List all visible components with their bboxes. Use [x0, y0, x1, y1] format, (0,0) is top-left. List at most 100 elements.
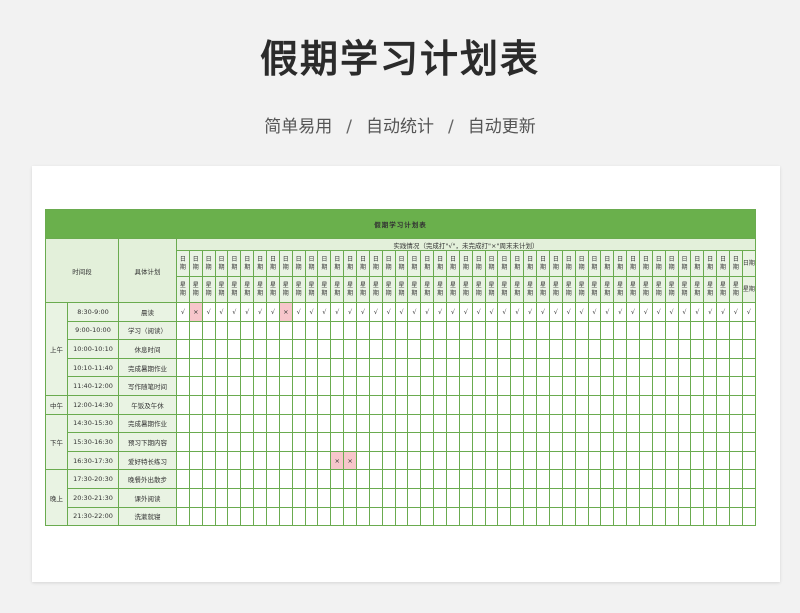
plan-cell[interactable]: 晚餐外出散步 — [118, 469, 177, 489]
check-cell[interactable] — [600, 506, 615, 527]
check-cell[interactable] — [716, 432, 730, 452]
check-cell[interactable] — [510, 357, 525, 378]
date-header-cell[interactable]: 日期 — [613, 250, 628, 277]
check-cell[interactable] — [677, 376, 692, 396]
check-cell[interactable] — [407, 506, 422, 527]
plan-cell[interactable]: 洗漱就寝 — [118, 506, 177, 527]
check-cell[interactable] — [497, 506, 512, 527]
date-header-cell[interactable]: 日期 — [420, 250, 435, 277]
check-cell[interactable] — [626, 413, 640, 434]
check-cell[interactable] — [446, 413, 460, 434]
check-cell[interactable] — [201, 339, 216, 359]
check-cell[interactable] — [356, 357, 370, 378]
check-cell[interactable] — [548, 506, 563, 527]
check-cell[interactable] — [690, 432, 705, 452]
check-cell[interactable] — [266, 469, 280, 489]
check-cell[interactable] — [574, 413, 589, 434]
check-cell[interactable] — [420, 394, 435, 415]
check-cell[interactable] — [317, 357, 332, 378]
check-cell[interactable] — [703, 394, 718, 415]
check-cell[interactable] — [728, 339, 743, 359]
check-cell[interactable] — [240, 469, 255, 489]
date-header-cell[interactable]: 日期 — [548, 250, 563, 277]
check-cell[interactable]: √ — [471, 302, 486, 322]
check-cell[interactable] — [561, 357, 576, 378]
weekday-header-cell[interactable]: 星期 — [471, 276, 486, 303]
check-cell[interactable] — [677, 320, 692, 341]
check-cell[interactable] — [304, 469, 319, 489]
date-header-cell[interactable]: 日期 — [574, 250, 589, 277]
date-header-cell[interactable]: 日期 — [600, 250, 615, 277]
check-cell[interactable] — [638, 450, 653, 471]
time-slot-cell[interactable]: 20:30-21:30 — [67, 487, 119, 508]
check-cell[interactable]: √ — [227, 302, 242, 322]
check-cell[interactable] — [561, 339, 576, 359]
plan-cell[interactable]: 午饭及午休 — [118, 394, 177, 415]
weekday-header-cell[interactable]: 星期 — [291, 276, 306, 303]
check-cell[interactable] — [548, 394, 563, 415]
check-cell[interactable] — [201, 357, 216, 378]
check-cell[interactable] — [433, 506, 448, 527]
date-header-cell[interactable]: 日期 — [330, 250, 345, 277]
check-cell[interactable] — [407, 450, 422, 471]
check-cell[interactable] — [703, 469, 718, 489]
check-cell[interactable] — [574, 357, 589, 378]
weekday-header-cell[interactable]: 星期 — [407, 276, 422, 303]
check-cell[interactable] — [240, 357, 255, 378]
check-cell[interactable] — [497, 320, 512, 341]
date-header-cell[interactable]: 日期 — [394, 250, 409, 277]
check-cell[interactable] — [741, 320, 756, 341]
check-cell[interactable] — [291, 450, 306, 471]
check-cell[interactable] — [587, 469, 602, 489]
check-cell[interactable] — [703, 450, 718, 471]
date-header-cell[interactable]: 日期 — [433, 250, 448, 277]
check-cell[interactable]: √ — [703, 302, 718, 322]
date-header-cell[interactable]: 日期 — [446, 250, 460, 277]
check-cell[interactable] — [214, 450, 229, 471]
date-header-cell[interactable]: 日期 — [471, 250, 486, 277]
weekday-header-cell[interactable]: 星期 — [651, 276, 666, 303]
check-cell[interactable] — [291, 394, 306, 415]
check-cell[interactable] — [304, 376, 319, 396]
check-cell[interactable] — [458, 487, 473, 508]
check-cell[interactable] — [651, 376, 666, 396]
check-cell[interactable] — [664, 450, 679, 471]
check-cell[interactable] — [407, 469, 422, 489]
check-cell[interactable] — [638, 487, 653, 508]
check-cell[interactable] — [214, 413, 229, 434]
check-cell[interactable] — [304, 432, 319, 452]
check-cell[interactable] — [188, 339, 203, 359]
check-cell[interactable] — [214, 487, 229, 508]
check-cell[interactable] — [381, 357, 396, 378]
check-cell[interactable] — [677, 394, 692, 415]
check-cell[interactable] — [176, 339, 190, 359]
check-cell[interactable] — [510, 376, 525, 396]
check-cell[interactable] — [741, 413, 756, 434]
check-cell[interactable] — [600, 469, 615, 489]
plan-cell[interactable]: 休息时间 — [118, 339, 177, 359]
check-cell[interactable] — [368, 394, 383, 415]
date-header-cell[interactable]: 日期 — [458, 250, 473, 277]
check-cell[interactable] — [548, 469, 563, 489]
weekday-header-cell[interactable]: 星期 — [741, 276, 756, 303]
weekday-header-cell[interactable]: 星期 — [240, 276, 255, 303]
check-cell[interactable] — [176, 506, 190, 527]
time-slot-cell[interactable]: 15:30-16:30 — [67, 432, 119, 452]
check-cell[interactable] — [214, 506, 229, 527]
check-cell[interactable] — [356, 376, 370, 396]
check-cell[interactable]: √ — [176, 302, 190, 322]
check-cell[interactable]: √ — [330, 302, 345, 322]
check-cell[interactable] — [227, 413, 242, 434]
check-cell[interactable] — [201, 469, 216, 489]
check-cell[interactable] — [703, 506, 718, 527]
check-cell[interactable] — [664, 357, 679, 378]
date-header-cell[interactable]: 日期 — [626, 250, 640, 277]
check-cell[interactable] — [510, 469, 525, 489]
check-cell[interactable] — [728, 432, 743, 452]
weekday-header-cell[interactable]: 星期 — [188, 276, 203, 303]
check-cell[interactable] — [484, 376, 499, 396]
check-cell[interactable] — [651, 339, 666, 359]
check-cell[interactable] — [278, 506, 293, 527]
check-cell[interactable] — [458, 413, 473, 434]
check-cell[interactable] — [343, 469, 358, 489]
